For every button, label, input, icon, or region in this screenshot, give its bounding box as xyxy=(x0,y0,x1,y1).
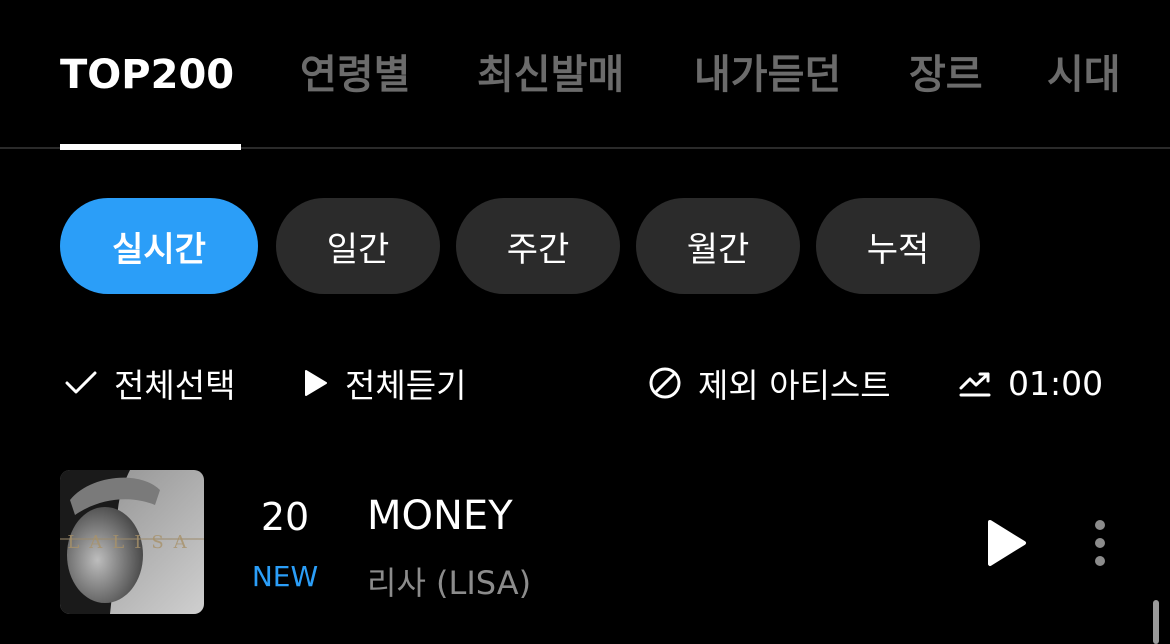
trend-icon xyxy=(958,368,992,398)
new-badge: NEW xyxy=(251,560,319,593)
play-all-label: 전체듣기 xyxy=(345,366,467,405)
check-icon xyxy=(64,368,98,398)
play-icon xyxy=(303,368,329,398)
chip-weekly[interactable]: 주간 xyxy=(456,198,620,294)
chip-daily[interactable]: 일간 xyxy=(276,198,440,294)
song-title[interactable]: MONEY xyxy=(367,493,513,539)
more-vertical-icon xyxy=(1088,520,1112,574)
play-all-button[interactable]: 전체듣기 xyxy=(303,358,466,408)
tab-new-release[interactable]: 최신발매 xyxy=(477,50,624,100)
tab-by-age[interactable]: 연령별 xyxy=(300,50,410,100)
select-all-label: 전체선택 xyxy=(114,366,236,405)
play-icon xyxy=(980,520,1030,574)
scrollbar[interactable] xyxy=(1153,600,1159,644)
block-icon xyxy=(648,366,682,400)
song-play-button[interactable] xyxy=(980,516,1030,570)
album-art[interactable]: LALISA xyxy=(60,470,204,614)
excluded-artists-label: 제외 아티스트 xyxy=(698,366,891,405)
tab-previously-played[interactable]: 내가듣던 xyxy=(694,50,841,100)
song-rank: 20 xyxy=(260,495,310,539)
chip-realtime[interactable]: 실시간 xyxy=(60,198,258,294)
chart-time-button[interactable]: 01:00 xyxy=(958,358,1103,408)
chip-monthly[interactable]: 월간 xyxy=(636,198,800,294)
active-tab-indicator xyxy=(60,144,241,150)
tab-genre[interactable]: 장르 xyxy=(909,50,983,100)
chip-cumulative[interactable]: 누적 xyxy=(816,198,980,294)
song-more-button[interactable] xyxy=(1088,516,1112,570)
excluded-artists-button[interactable]: 제외 아티스트 xyxy=(648,358,891,408)
chart-category-tabs: TOP200 연령별 최신발매 내가듣던 장르 시대 xyxy=(0,0,1170,150)
song-artist[interactable]: 리사 (LISA) xyxy=(367,558,531,604)
tab-era[interactable]: 시대 xyxy=(1047,50,1121,100)
album-art-text: LALISA xyxy=(67,532,196,553)
chart-time-label: 01:00 xyxy=(1008,363,1104,403)
tab-top200[interactable]: TOP200 xyxy=(60,50,234,100)
select-all-button[interactable]: 전체선택 xyxy=(64,358,235,408)
